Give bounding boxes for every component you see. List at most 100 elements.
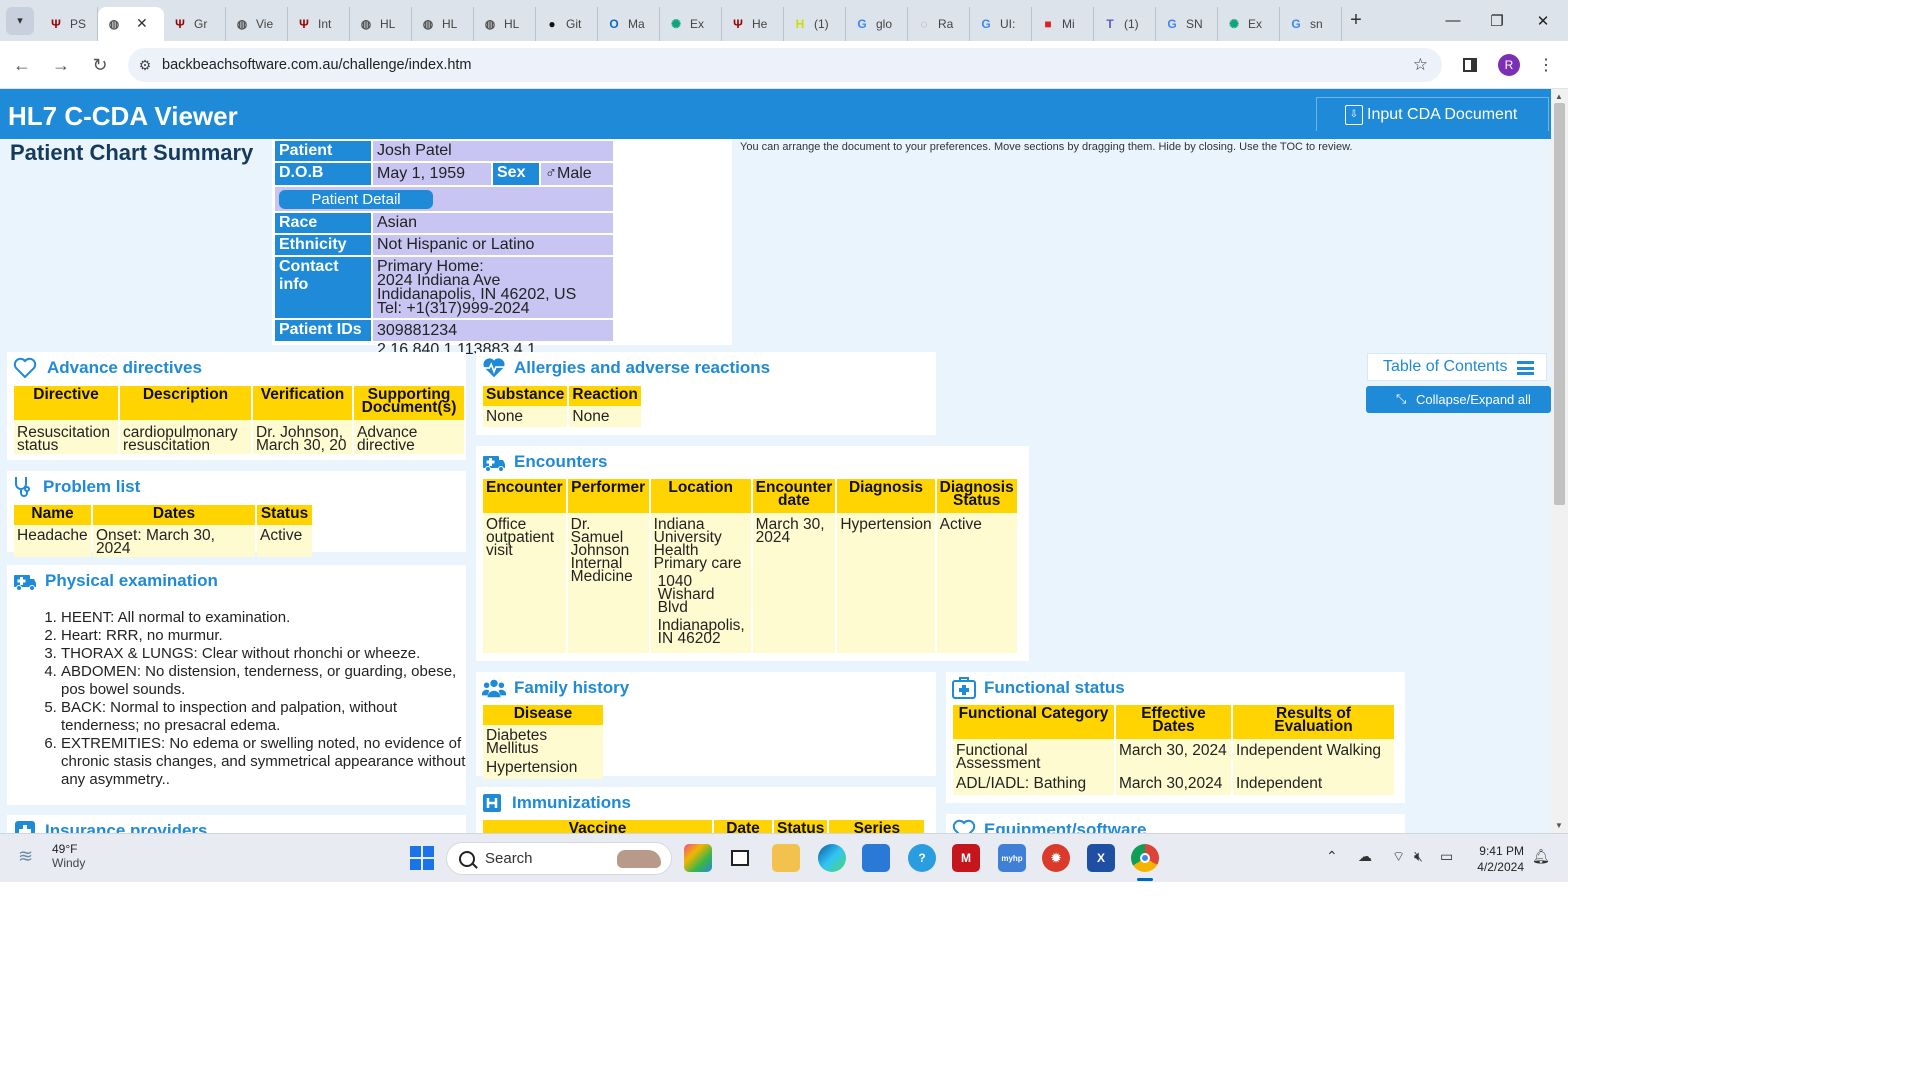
minimize-button[interactable]: —	[1430, 0, 1476, 41]
weather-condition: Windy	[52, 856, 86, 870]
patient-detail-button[interactable]: Patient Detail	[279, 190, 433, 209]
copilot-icon[interactable]	[684, 844, 712, 872]
browser-tab[interactable]: ◌ Ra	[908, 6, 970, 41]
column-header: Location	[650, 479, 751, 513]
location-street: 1040 Wishard Blvd	[657, 573, 715, 616]
weather-widget[interactable]: ≋ 49°F Windy	[18, 842, 85, 870]
side-panel-button[interactable]	[1451, 41, 1489, 89]
close-tab-icon[interactable]: ✕	[136, 15, 148, 32]
table-of-contents-button[interactable]: Table of Contents	[1367, 353, 1547, 381]
column-header: Series	[829, 820, 925, 833]
input-cda-label: Input CDA Document	[1367, 105, 1518, 123]
browser-tab[interactable]: ◍ ✕	[98, 6, 164, 41]
browser-tab[interactable]: ◍ HL	[474, 6, 536, 41]
profile-button[interactable]: R	[1490, 41, 1528, 89]
section-functional-status[interactable]: Functional status Functional Category Ef…	[946, 672, 1405, 803]
system-clock[interactable]: 9:41 PM 4/2/2024	[1470, 843, 1524, 875]
contact-value: Primary Home: 2024 Indiana Ave Indidanap…	[373, 257, 613, 318]
section-encounters[interactable]: Encounters Encounter Performer Location …	[476, 446, 1029, 661]
help-icon[interactable]: ?	[908, 844, 936, 872]
edge-icon[interactable]	[818, 844, 846, 872]
browser-tab[interactable]: ● Git	[536, 6, 598, 41]
new-tab-button[interactable]: +	[1342, 9, 1370, 32]
section-advance-directives[interactable]: Advance directives Directive Description…	[7, 352, 466, 460]
tab-search-button[interactable]: ▾	[6, 6, 34, 35]
browser-tab[interactable]: Gsn	[1280, 6, 1342, 41]
heart-icon	[13, 356, 37, 380]
section-insurance-providers[interactable]: Insurance providers	[7, 815, 466, 833]
outlook-icon: O	[609, 16, 619, 31]
dob-label: D.O.B	[275, 163, 371, 185]
chrome-menu-button[interactable]: ⋮	[1527, 41, 1565, 89]
url-field[interactable]: ⚙ backbeachsoftware.com.au/challenge/ind…	[128, 48, 1442, 82]
chevron-up-icon[interactable]: ⌃	[1326, 848, 1338, 865]
browser-tab[interactable]: ✺ Ex	[660, 6, 722, 41]
browser-tab[interactable]: ■ Mi	[1032, 6, 1094, 41]
browser-tab[interactable]: O Ma	[598, 6, 660, 41]
scroll-down-icon[interactable]: ▼	[1555, 821, 1563, 830]
column-header: Vaccine	[483, 820, 712, 833]
section-header: Encounters	[482, 450, 608, 474]
tab-label: HL	[380, 16, 396, 31]
section-physical-examination[interactable]: Physical examination HEENT: All normal t…	[7, 565, 466, 805]
windows-taskbar: ≋ 49°F Windy Search ? M myhp ✹ X ⌃ ☁ ⌔ 🔇…	[0, 833, 1568, 882]
chrome-icon[interactable]	[1131, 844, 1159, 872]
browser-tab[interactable]: ◍ Vie	[226, 6, 288, 41]
browser-tab[interactable]: T (1)	[1094, 6, 1156, 41]
collapse-expand-all-button[interactable]: ⤡ Collapse/Expand all	[1366, 386, 1551, 413]
settings-gear-icon[interactable]: ✹	[1042, 844, 1070, 872]
scrollbar-thumb[interactable]	[1554, 103, 1565, 505]
task-view-icon[interactable]	[726, 844, 754, 872]
site-info-icon[interactable]: ⚙	[128, 57, 162, 74]
section-problem-list[interactable]: Problem list Name Dates Status Headache …	[7, 471, 466, 557]
microsoft-store-icon[interactable]	[862, 844, 890, 872]
tab-label: (1)	[814, 16, 829, 31]
section-title: Allergies and adverse reactions	[514, 358, 771, 377]
battery-icon[interactable]: ▭	[1440, 848, 1453, 865]
speaker-mute-icon[interactable]: 🔇︎	[1414, 848, 1423, 865]
wifi-icon[interactable]: ⌔	[1392, 848, 1405, 866]
forward-button[interactable]: →	[42, 46, 80, 84]
reload-icon: ↻	[92, 54, 108, 75]
back-button[interactable]: ←	[3, 46, 41, 84]
start-windows-icon[interactable]	[408, 844, 436, 872]
list-item: EXTREMITIES: No edema or swelling noted,…	[61, 735, 471, 789]
close-window-button[interactable]: ✕	[1520, 0, 1566, 41]
page-scrollbar[interactable]: ▲ ▼	[1551, 89, 1568, 833]
app-header: HL7 C-CDA Viewer ⇩ Input CDA Document	[0, 89, 1551, 139]
section-equipment-software[interactable]: Equipment/software	[946, 814, 1405, 833]
section-header: Allergies and adverse reactions	[482, 356, 770, 380]
mcafee-icon[interactable]: M	[952, 844, 980, 872]
file-explorer-icon[interactable]	[772, 844, 800, 872]
allergies-table: Substance Reaction None None	[481, 386, 643, 427]
browser-tab[interactable]: ✺ Ex	[1218, 6, 1280, 41]
column-header: Disease	[483, 705, 603, 725]
section-allergies[interactable]: Allergies and adverse reactions Substanc…	[476, 352, 936, 435]
bookmark-star-icon[interactable]: ☆	[1413, 55, 1428, 75]
restore-button[interactable]: ❐	[1474, 0, 1520, 41]
list-item: HEENT: All normal to examination.	[61, 609, 471, 627]
section-family-history[interactable]: Family history Disease Diabetes Mellitus…	[476, 672, 936, 779]
browser-tab[interactable]: G SN	[1156, 6, 1218, 41]
input-cda-button[interactable]: ⇩ Input CDA Document	[1316, 97, 1549, 131]
notification-bell-icon[interactable]: 🔔︎	[1532, 848, 1550, 865]
users-icon	[482, 676, 506, 700]
browser-tab[interactable]: Ψ Int	[288, 6, 350, 41]
browser-tab[interactable]: ◍ HL	[412, 6, 474, 41]
myhp-icon[interactable]: myhp	[998, 844, 1026, 872]
browser-tab[interactable]: H (1)	[784, 6, 846, 41]
browser-tab[interactable]: Ψ Gr	[164, 6, 226, 41]
reload-button[interactable]: ↻	[81, 46, 119, 84]
x-app-icon[interactable]: X	[1087, 844, 1115, 872]
forward-arrow-icon: →	[52, 54, 70, 75]
browser-tab[interactable]: Gglo	[846, 6, 908, 41]
scroll-up-icon[interactable]: ▲	[1555, 92, 1563, 101]
browser-tab[interactable]: Ψ PS	[40, 6, 98, 41]
browser-tab[interactable]: Ψ He	[722, 6, 784, 41]
browser-tab[interactable]: G UI:	[970, 6, 1032, 41]
browser-tab[interactable]: ◍ HL	[350, 6, 412, 41]
onedrive-icon[interactable]: ☁	[1358, 848, 1372, 865]
taskbar-search[interactable]: Search	[446, 842, 672, 875]
section-immunizations[interactable]: Immunizations Vaccine Date Status Series	[476, 787, 936, 833]
active-app-indicator	[1137, 878, 1153, 881]
